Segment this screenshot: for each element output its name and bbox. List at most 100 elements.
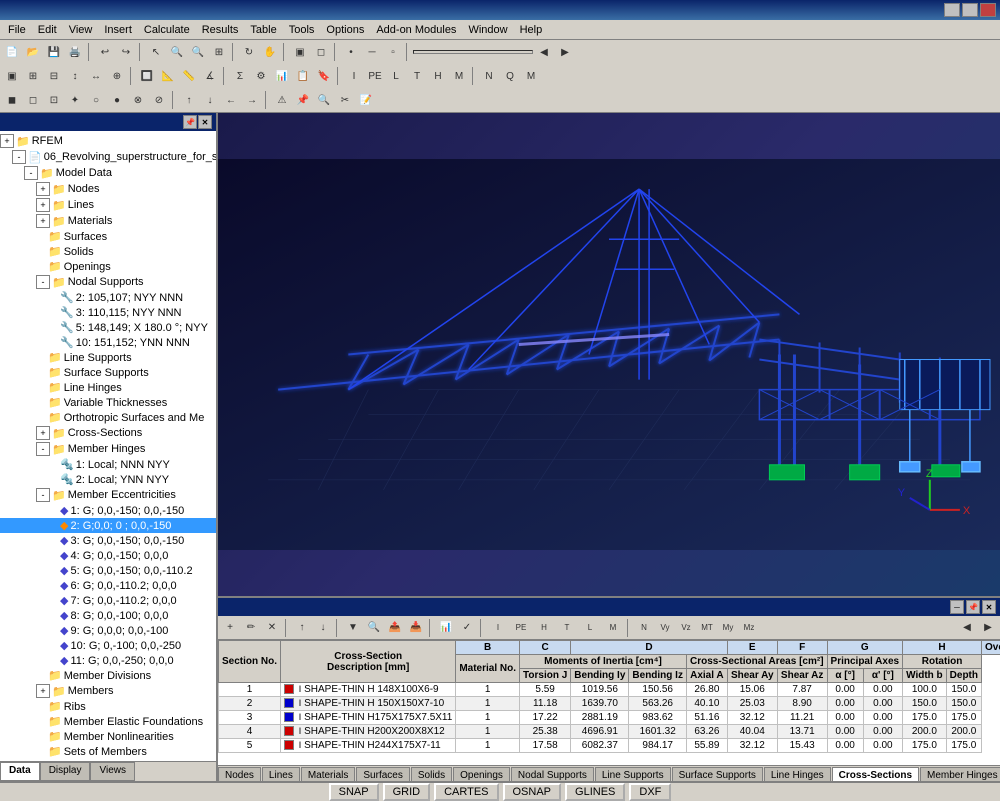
tree-item-lines[interactable]: +📁Lines bbox=[0, 197, 216, 213]
tab-surface-supports[interactable]: Surface Supports bbox=[672, 767, 763, 781]
menu-edit[interactable]: Edit bbox=[32, 22, 63, 38]
tab-lines[interactable]: Lines bbox=[262, 767, 300, 781]
table-tb-up[interactable]: ↑ bbox=[292, 618, 312, 638]
tab-views[interactable]: Views bbox=[90, 762, 135, 781]
tb2-btn17[interactable]: PE bbox=[365, 66, 385, 86]
tree-expand-project[interactable]: - bbox=[12, 150, 26, 164]
tb2-btn3[interactable]: ⊟ bbox=[44, 66, 64, 86]
table-tb-down[interactable]: ↓ bbox=[313, 618, 333, 638]
tree-item-member-eccentricities[interactable]: -📁Member Eccentricities bbox=[0, 487, 216, 503]
tree-item-line-supports[interactable]: 📁Line Supports bbox=[0, 350, 216, 365]
table-tb-check[interactable]: ✓ bbox=[457, 618, 477, 638]
status-grid[interactable]: GRID bbox=[383, 783, 431, 801]
tb2-results3[interactable]: M bbox=[521, 66, 541, 86]
tree-item-variable-thick[interactable]: 📁Variable Thicknesses bbox=[0, 395, 216, 410]
tab-display[interactable]: Display bbox=[40, 762, 91, 781]
tree-item-ns-4[interactable]: 🔧10: 151,152; YNN NNN bbox=[0, 335, 216, 350]
table-row[interactable]: 5 I SHAPE-THIN H244X175X7-11 1 17.58 608… bbox=[219, 739, 1000, 753]
tb-surface[interactable]: ▫ bbox=[383, 42, 403, 62]
tb-member[interactable]: ─ bbox=[362, 42, 382, 62]
tree-item-me-7[interactable]: ◆7: G; 0,0,-110.2; 0,0,0 bbox=[0, 593, 216, 608]
tb-wire[interactable]: ◻ bbox=[311, 42, 331, 62]
table-tb-add[interactable]: + bbox=[220, 618, 240, 638]
table-tb-results3[interactable]: Vz bbox=[676, 618, 696, 638]
table-tb-results5[interactable]: My bbox=[718, 618, 738, 638]
tree-item-member-divisions[interactable]: 📁Member Divisions bbox=[0, 668, 216, 683]
panel-pin-btn[interactable]: 📌 bbox=[183, 115, 197, 129]
tree-item-surfaces[interactable]: 📁Surfaces bbox=[0, 229, 216, 244]
tb2-btn20[interactable]: H bbox=[428, 66, 448, 86]
tab-cross-sections[interactable]: Cross-Sections bbox=[832, 767, 919, 781]
tb3-btn10[interactable]: ↓ bbox=[200, 90, 220, 110]
tb3-btn3[interactable]: ⊡ bbox=[44, 90, 64, 110]
tree-expand-nodes[interactable]: + bbox=[36, 182, 50, 196]
tree-item-me-2[interactable]: ◆2: G;0,0; 0 ; 0,0,-150 bbox=[0, 518, 216, 533]
tb-render[interactable]: ▣ bbox=[290, 42, 310, 62]
tree-item-openings[interactable]: 📁Openings bbox=[0, 259, 216, 274]
status-glines[interactable]: GLINES bbox=[565, 783, 625, 801]
tb3-btn7[interactable]: ⊗ bbox=[128, 90, 148, 110]
tb2-btn8[interactable]: 📐 bbox=[158, 66, 178, 86]
tab-materials[interactable]: Materials bbox=[301, 767, 356, 781]
tb2-btn6[interactable]: ⊕ bbox=[107, 66, 127, 86]
tb-arrow-right[interactable]: ▶ bbox=[555, 42, 575, 62]
tree-item-sets-of-members[interactable]: 📁Sets of Members bbox=[0, 744, 216, 759]
tb-zoom-out[interactable]: 🔍 bbox=[188, 42, 208, 62]
tb2-btn13[interactable]: 📊 bbox=[272, 66, 292, 86]
menu-tools[interactable]: Tools bbox=[283, 22, 321, 38]
tb2-btn18[interactable]: L bbox=[386, 66, 406, 86]
tb-arrow-left[interactable]: ◀ bbox=[534, 42, 554, 62]
menu-view[interactable]: View bbox=[63, 22, 99, 38]
tb2-results2[interactable]: Q bbox=[500, 66, 520, 86]
status-snap[interactable]: SNAP bbox=[329, 783, 379, 801]
table-collapse-btn[interactable]: ─ bbox=[950, 600, 964, 614]
table-tb-export[interactable]: 📤 bbox=[385, 618, 405, 638]
menu-calculate[interactable]: Calculate bbox=[138, 22, 196, 38]
table-tb-edit[interactable]: ✏ bbox=[241, 618, 261, 638]
tree-expand-model-data[interactable]: - bbox=[24, 166, 38, 180]
tb3-btn9[interactable]: ↑ bbox=[179, 90, 199, 110]
status-cartes[interactable]: CARTES bbox=[434, 783, 498, 801]
tab-line-hinges[interactable]: Line Hinges bbox=[764, 767, 831, 781]
tree-expand-member-eccentricities[interactable]: - bbox=[36, 488, 50, 502]
tree-item-member-hinges[interactable]: -📁Member Hinges bbox=[0, 441, 216, 457]
tb3-btn2[interactable]: ◻ bbox=[23, 90, 43, 110]
tab-solids[interactable]: Solids bbox=[411, 767, 452, 781]
table-tb-results1[interactable]: N bbox=[634, 618, 654, 638]
tb-zoom-all[interactable]: ⊞ bbox=[209, 42, 229, 62]
tb3-btn1[interactable]: ◼ bbox=[2, 90, 22, 110]
menu-options[interactable]: Options bbox=[320, 22, 370, 38]
restore-btn[interactable] bbox=[962, 3, 978, 17]
tree-expand-rfem[interactable]: + bbox=[0, 134, 14, 148]
table-tb-graph[interactable]: 📊 bbox=[436, 618, 456, 638]
menu-insert[interactable]: Insert bbox=[98, 22, 138, 38]
tb3-btn13[interactable]: ⚠ bbox=[272, 90, 292, 110]
tb3-btn11[interactable]: ← bbox=[221, 90, 241, 110]
tree-expand-lines[interactable]: + bbox=[36, 198, 50, 212]
table-row[interactable]: 4 I SHAPE-THIN H200X200X8X12 1 25.38 469… bbox=[219, 725, 1000, 739]
tree-expand-members[interactable]: + bbox=[36, 684, 50, 698]
tb2-btn5[interactable]: ↔ bbox=[86, 66, 106, 86]
tb3-btn6[interactable]: ● bbox=[107, 90, 127, 110]
tb2-btn9[interactable]: 📏 bbox=[179, 66, 199, 86]
table-row[interactable]: 3 I SHAPE-THIN H175X175X7.5X11 1 17.22 2… bbox=[219, 711, 1000, 725]
tree-item-me-5[interactable]: ◆5: G; 0,0,-150; 0,0,-110.2 bbox=[0, 563, 216, 578]
tb3-btn14[interactable]: 📌 bbox=[293, 90, 313, 110]
table-tb-cs2[interactable]: PE bbox=[510, 618, 532, 638]
tb-new[interactable]: 📄 bbox=[2, 42, 22, 62]
table-row[interactable]: 1 I SHAPE-THIN H 148X100X6-9 1 5.59 1019… bbox=[219, 683, 1000, 697]
viewport[interactable]: X Z Y bbox=[218, 113, 1000, 596]
tb3-btn12[interactable]: → bbox=[242, 90, 262, 110]
tree-item-members[interactable]: +📁Members bbox=[0, 683, 216, 699]
tb-redo[interactable]: ↪ bbox=[116, 42, 136, 62]
table-close-btn[interactable]: ✕ bbox=[982, 600, 996, 614]
table-tb-cs6[interactable]: M bbox=[602, 618, 624, 638]
tb-rotate[interactable]: ↻ bbox=[239, 42, 259, 62]
tb-zoom-in[interactable]: 🔍 bbox=[167, 42, 187, 62]
tb-node[interactable]: • bbox=[341, 42, 361, 62]
table-tb-results6[interactable]: Mz bbox=[739, 618, 759, 638]
tb2-btn10[interactable]: ∡ bbox=[200, 66, 220, 86]
tree-expand-member-hinges[interactable]: - bbox=[36, 442, 50, 456]
tree-item-rfem[interactable]: +📁RFEM bbox=[0, 133, 216, 149]
table-nav-prev[interactable]: ◀ bbox=[957, 618, 977, 638]
